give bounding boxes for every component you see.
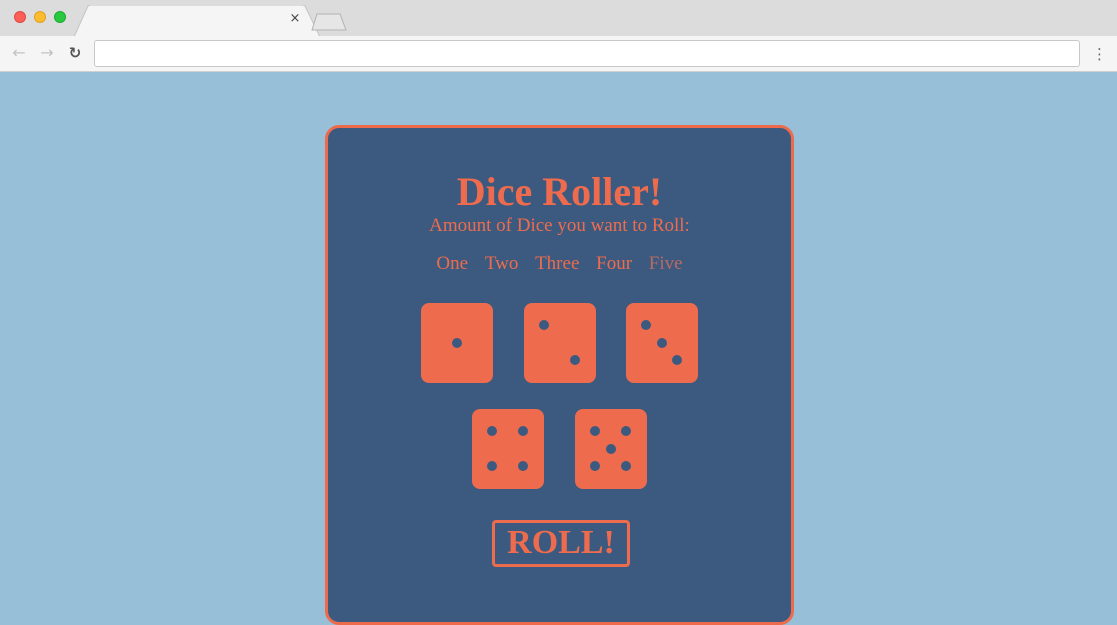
die-1[interactable] (421, 303, 493, 383)
die-pip (621, 461, 631, 471)
die-pip (570, 355, 580, 365)
page-title: Dice Roller! (456, 169, 663, 214)
kebab-menu-icon[interactable]: ⋮ (1092, 45, 1107, 63)
dice-count-option-four[interactable]: Four (596, 253, 632, 274)
arrow-left-icon[interactable]: ← (10, 44, 28, 62)
dice-count-prompt: Amount of Dice you want to Roll: (429, 215, 690, 236)
tab-close-icon[interactable]: × (288, 12, 302, 26)
die-pip (518, 461, 528, 471)
browser-tab-strip: × (0, 0, 1117, 37)
die-pip (621, 426, 631, 436)
arrow-right-icon[interactable]: → (38, 44, 56, 62)
die-3[interactable] (626, 303, 698, 383)
dice-count-selector: One Two Three Four Five (328, 252, 791, 276)
dice-count-option-five[interactable]: Five (649, 253, 683, 274)
new-tab-icon[interactable] (311, 13, 347, 31)
browser-tab[interactable] (74, 5, 320, 37)
die-pip (641, 320, 651, 330)
dice-count-option-two[interactable]: Two (485, 253, 519, 274)
close-window-icon[interactable] (14, 11, 26, 23)
die-pip (452, 338, 462, 348)
die-2[interactable] (524, 303, 596, 383)
maximize-window-icon[interactable] (54, 11, 66, 23)
roll-button[interactable]: ROLL! (492, 520, 630, 567)
die-pip (539, 320, 549, 330)
die-pip (606, 444, 616, 454)
die-5[interactable] (575, 409, 647, 489)
die-pip (590, 426, 600, 436)
address-bar[interactable] (94, 40, 1080, 67)
die-pip (518, 426, 528, 436)
browser-toolbar: ← → ↻ ⋮ (0, 36, 1117, 72)
die-pip (590, 461, 600, 471)
dice-count-option-one[interactable]: One (436, 253, 468, 274)
dice-count-option-three[interactable]: Three (535, 253, 579, 274)
die-pip (487, 461, 497, 471)
die-4[interactable] (472, 409, 544, 489)
die-pip (487, 426, 497, 436)
reload-icon[interactable]: ↻ (66, 44, 84, 62)
die-pip (672, 355, 682, 365)
minimize-window-icon[interactable] (34, 11, 46, 23)
dice-roller-card: Dice Roller! Amount of Dice you want to … (325, 125, 794, 625)
die-pip (657, 338, 667, 348)
